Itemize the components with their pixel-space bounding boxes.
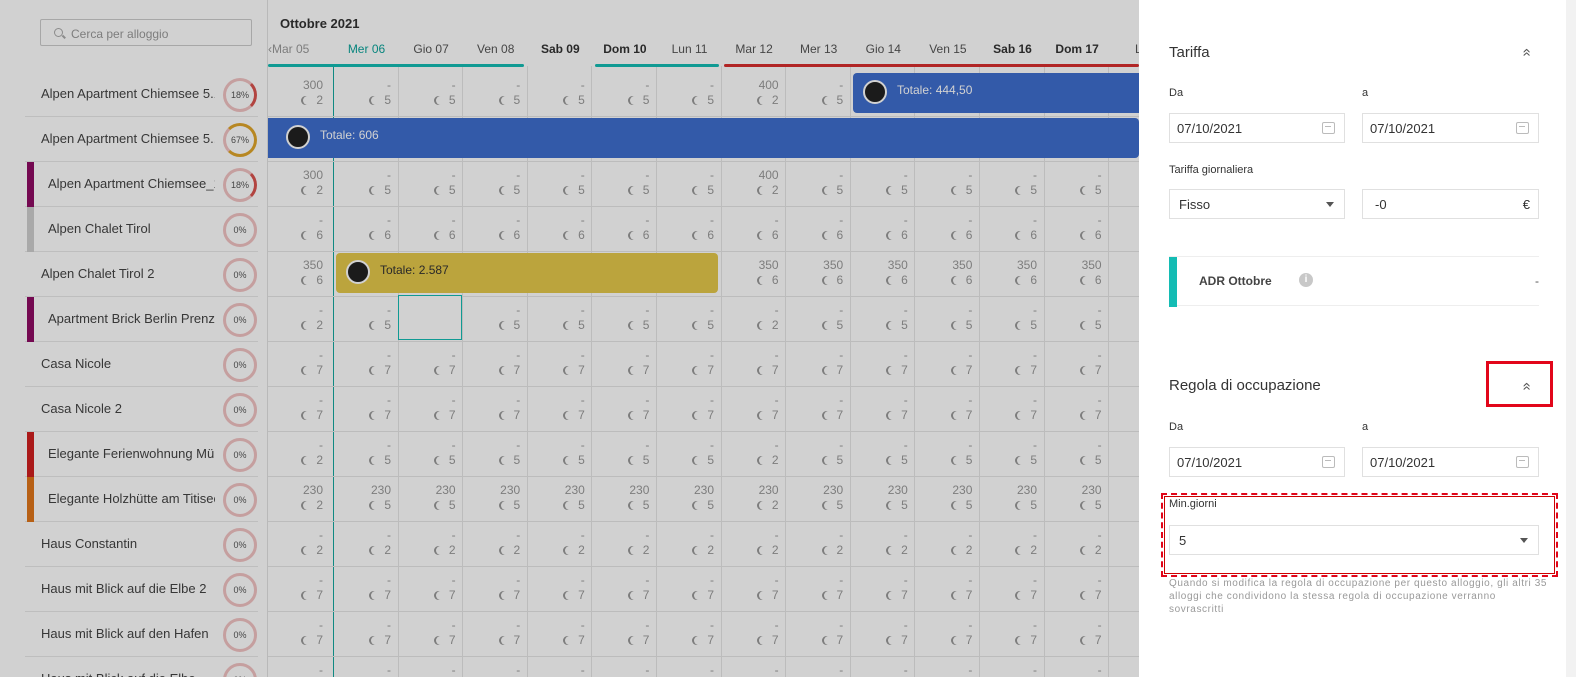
collapse-tariffa-icon[interactable]: » <box>1518 48 1535 56</box>
tariffa-from-label: Da <box>1169 87 1184 99</box>
calendar-icon <box>1322 122 1335 134</box>
calendar-icon <box>1516 456 1529 468</box>
adr-row: ADR Ottobre i - <box>1169 256 1539 307</box>
rate-type-select[interactable]: Fisso <box>1169 189 1345 219</box>
calendar-icon <box>1322 456 1335 468</box>
adr-label: ADR Ottobre <box>1199 274 1272 288</box>
scrollbar[interactable] <box>1566 0 1576 677</box>
occ-from-input[interactable]: 07/10/2021 <box>1169 447 1345 477</box>
occ-to-label: a <box>1362 421 1369 433</box>
occ-from-label: Da <box>1169 421 1184 433</box>
tariffa-to-label: a <box>1362 87 1369 99</box>
calendar-icon <box>1516 122 1529 134</box>
highlight-box <box>1161 493 1558 577</box>
tariffa-from-input[interactable]: 07/10/2021 <box>1169 113 1345 143</box>
daily-rate-label: Tariffa giornaliera <box>1169 164 1254 176</box>
tariffa-to-input[interactable]: 07/10/2021 <box>1362 113 1539 143</box>
overwrite-note: Quando si modifica la regola di occupazi… <box>1169 578 1548 615</box>
chevron-down-icon <box>1326 202 1334 207</box>
occ-to-input[interactable]: 07/10/2021 <box>1362 447 1539 477</box>
tariffa-title: Tariffa <box>1169 44 1210 61</box>
rate-amount-input[interactable]: -0 € <box>1362 189 1539 219</box>
modal-overlay[interactable] <box>0 0 1139 677</box>
currency-symbol: € <box>1522 197 1530 212</box>
info-icon[interactable]: i <box>1299 273 1313 287</box>
app-window: Cerca per alloggio Alpen Apartment Chiem… <box>0 0 1576 677</box>
adr-color-bar <box>1169 257 1177 307</box>
occupazione-title: Regola di occupazione <box>1169 377 1321 394</box>
adr-value: - <box>1535 274 1539 288</box>
collapse-occupazione-icon[interactable]: » <box>1518 382 1535 390</box>
